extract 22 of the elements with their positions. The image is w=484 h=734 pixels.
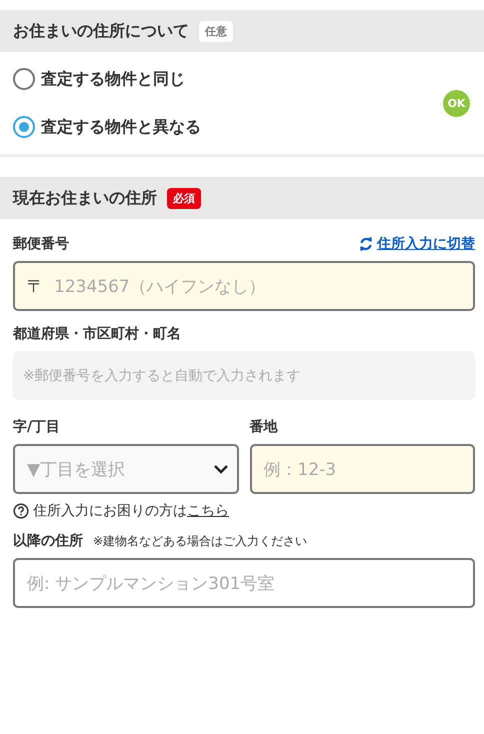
optional-tag: 任意: [199, 20, 233, 42]
help-icon: [13, 503, 29, 519]
radio-button[interactable]: [13, 68, 35, 90]
radio-label[interactable]: 査定する物件と異なる: [41, 116, 201, 138]
field-label: 字/丁目: [13, 418, 60, 436]
postal-code-field[interactable]: 〒 1234567（ハイフンなし）: [13, 261, 475, 311]
section-title: 現在お住まいの住所: [13, 188, 157, 208]
section-title: お住まいの住所について: [13, 20, 189, 42]
field-label: 以降の住所: [13, 532, 83, 550]
switch-input-link[interactable]: 住所入力に切替: [359, 235, 475, 253]
field-label: 郵便番号: [13, 235, 69, 253]
radio-button[interactable]: [13, 116, 35, 138]
field-note: ※建物名などある場合はご入力ください: [93, 532, 308, 550]
field-label: 都道府県・市区町村・町名: [13, 325, 181, 343]
radio-label[interactable]: 査定する物件と同じ: [41, 68, 185, 90]
help-text: 住所入力にお困りの方はこちら: [33, 502, 229, 520]
chevron-down-icon: [212, 464, 228, 474]
field-label: 番地: [250, 418, 278, 436]
required-tag: 必須: [167, 188, 201, 208]
help-link[interactable]: こちら: [187, 503, 229, 519]
ok-status: OK: [443, 90, 470, 116]
refresh-icon: [359, 236, 373, 252]
